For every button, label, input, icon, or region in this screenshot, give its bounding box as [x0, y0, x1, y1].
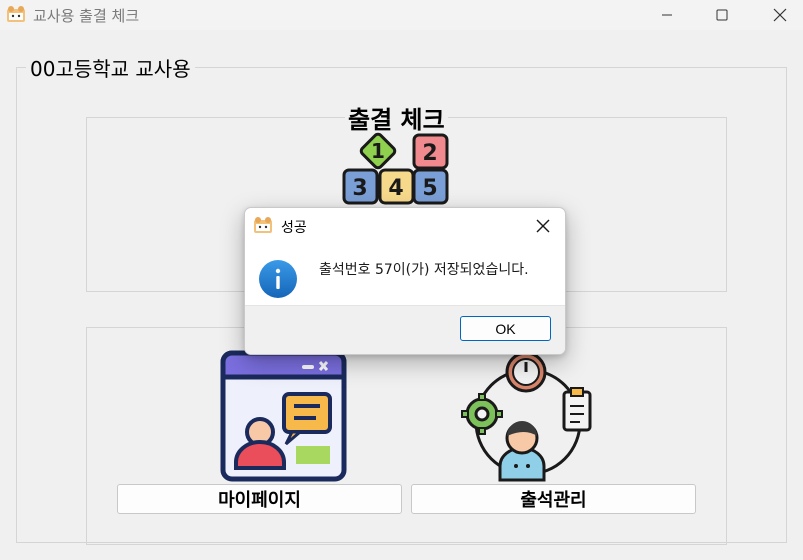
dialog-body: 출석번호 57이(가) 저장되었습니다. — [245, 244, 565, 305]
success-dialog: 성공 출석번호 57이(가) 저장되었습니다. OK — [244, 207, 566, 355]
block-4: 4 — [378, 168, 415, 205]
page-heading: 출결 체크 — [345, 100, 448, 135]
attendance-management-button[interactable]: 출석관리 — [411, 484, 696, 514]
hamster-icon — [7, 6, 25, 22]
svg-text:4: 4 — [388, 176, 403, 201]
profile-window-icon — [220, 350, 347, 482]
window-title: 교사용 출결 체크 — [33, 7, 140, 25]
block-5: 5 — [412, 168, 449, 205]
hamster-icon — [254, 217, 272, 233]
ok-button[interactable]: OK — [460, 316, 551, 341]
svg-text:1: 1 — [371, 139, 385, 163]
svg-text:3: 3 — [352, 176, 367, 201]
maximize-icon — [716, 9, 728, 21]
svg-text:5: 5 — [422, 176, 437, 201]
close-icon — [773, 8, 787, 22]
window-titlebar: 교사용 출결 체크 — [0, 0, 803, 30]
close-icon — [536, 219, 550, 233]
mypage-button[interactable]: 마이페이지 — [117, 484, 402, 514]
dialog-titlebar: 성공 — [245, 208, 565, 244]
gear-icon — [461, 393, 503, 435]
dialog-close-button[interactable] — [527, 212, 559, 240]
block-1: 1 — [359, 132, 397, 170]
minimize-icon — [662, 14, 672, 16]
group-title: 00고등학교 교사용 — [26, 53, 195, 82]
block-3: 3 — [342, 168, 379, 205]
number-blocks-icon: 1 2 3 4 5 — [342, 132, 449, 205]
person-icon — [498, 421, 546, 482]
info-icon — [259, 260, 297, 298]
attendance-management-icon — [461, 351, 592, 482]
dialog-title: 성공 — [281, 220, 307, 236]
clipboard-icon — [562, 387, 592, 432]
block-2: 2 — [412, 133, 449, 170]
minimize-button[interactable] — [644, 0, 690, 30]
dialog-footer: OK — [245, 305, 565, 354]
svg-text:2: 2 — [422, 141, 437, 166]
dialog-message: 출석번호 57이(가) 저장되었습니다. — [319, 262, 529, 278]
maximize-button[interactable] — [699, 0, 745, 30]
close-button[interactable] — [757, 0, 803, 30]
